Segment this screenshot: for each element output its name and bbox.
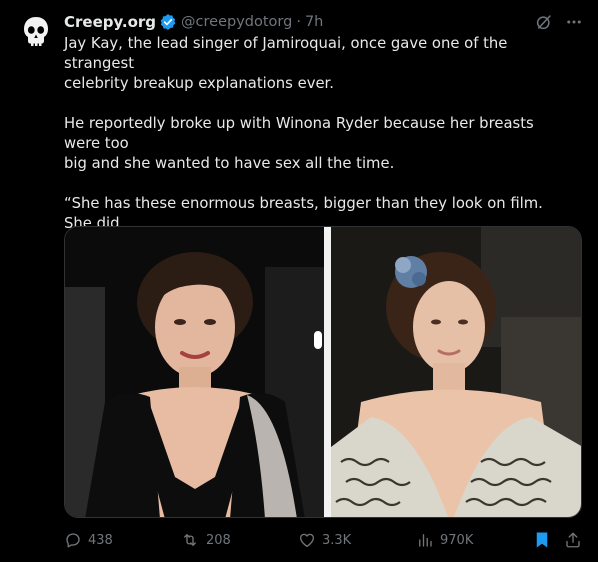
photo-divider	[324, 227, 331, 517]
tweet[interactable]: Creepy.org @creepydotorg · 7h Jay Kay, t…	[0, 0, 598, 562]
grok-icon[interactable]	[534, 12, 554, 32]
views-count: 970K	[440, 532, 474, 548]
repost-icon	[184, 534, 196, 546]
analytics-icon	[419, 534, 432, 547]
tweet-paragraph: Jay Kay, the lead singer of Jamiroquai, …	[64, 35, 508, 92]
repost-count: 208	[206, 532, 231, 548]
more-options-icon[interactable]	[564, 12, 584, 32]
right-photo[interactable]	[331, 227, 581, 517]
avatar[interactable]	[16, 12, 56, 52]
like-count: 3.3K	[322, 532, 352, 548]
reply-count: 438	[88, 532, 113, 548]
heart-icon	[299, 533, 315, 548]
left-photo[interactable]	[65, 227, 324, 517]
tweet-media[interactable]	[64, 226, 582, 518]
repost-button[interactable]: 208	[180, 531, 231, 549]
tweet-top-actions	[534, 12, 584, 32]
bookmark-button[interactable]	[534, 531, 550, 549]
tweet-paragraph: He reportedly broke up with Winona Ryder…	[64, 115, 534, 172]
like-button[interactable]: 3.3K	[298, 531, 351, 549]
timestamp[interactable]: 7h	[305, 14, 323, 30]
skull-icon	[24, 17, 48, 46]
divider-handle	[314, 331, 322, 349]
author-display-name[interactable]: Creepy.org	[64, 13, 156, 31]
author-handle[interactable]: @creepydotorg	[181, 14, 292, 30]
tweet-header: Creepy.org @creepydotorg · 7h	[64, 12, 323, 32]
tweet-actions: 438 208 3.3K 970K	[64, 531, 584, 551]
bookmark-icon	[536, 532, 548, 548]
views-button[interactable]: 970K	[416, 531, 473, 549]
verified-badge-icon[interactable]	[159, 13, 177, 31]
share-button[interactable]	[564, 531, 582, 549]
reply-button[interactable]: 438	[64, 531, 113, 549]
reply-icon	[66, 533, 80, 548]
separator-dot: ·	[296, 14, 301, 30]
share-icon	[566, 532, 580, 548]
